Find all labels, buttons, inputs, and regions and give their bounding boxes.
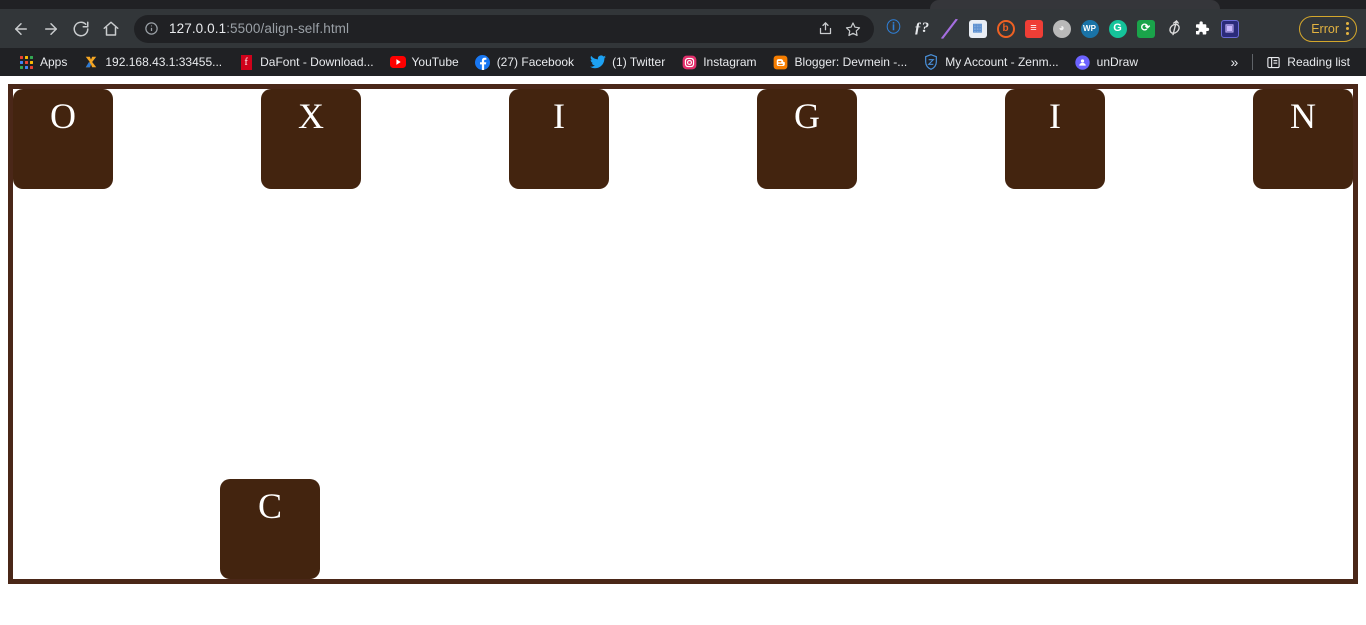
flex-item-box: G [757,89,857,189]
facebook-icon [475,54,491,70]
box-letter: N [1290,96,1316,136]
grey-disc-extension-icon[interactable]: ◕ [1048,15,1075,42]
instagram-icon [681,54,697,70]
box-letter: I [1049,96,1061,136]
bookmark-label: Apps [40,55,68,69]
bookmark-twitter[interactable]: (1) Twitter [582,51,673,73]
bookmark-facebook[interactable]: (27) Facebook [467,51,582,73]
flex-container: O X I G I N C [8,84,1358,584]
page-viewport: O X I G I N C [0,76,1366,625]
reading-list-button[interactable]: Reading list [1257,51,1358,73]
box-letter: G [794,96,820,136]
window-resizer-extension-icon[interactable]: ▦ [964,15,991,42]
bookmark-zenmate[interactable]: My Account - Zenm... [915,51,1066,73]
sync-extension-icon[interactable]: ⟳ [1132,15,1159,42]
browser-chrome: 127.0.0.1:5500/align-self.html ⓘ ƒ? ╱ ▦ … [0,0,1366,76]
apps-grid-icon [18,54,34,70]
flex-item-box-align-self-end: C [220,479,320,579]
bookmark-label: Instagram [703,55,757,69]
error-chip[interactable]: Error [1299,15,1357,42]
bitwarden-extension-icon[interactable]: ⓘ [880,15,907,42]
box-letter: O [50,96,76,136]
bookmarks-bar: Apps 192.168.43.1:33455... f DaFont - Do… [0,48,1366,76]
grammarly-extension-icon[interactable]: G [1104,15,1131,42]
home-icon[interactable] [96,14,126,44]
bookmark-label: 192.168.43.1:33455... [105,55,223,69]
box-letter: C [257,486,282,526]
bookmark-instagram[interactable]: Instagram [673,51,764,73]
browser-tab[interactable] [930,0,1220,9]
info-circle-icon[interactable] [144,21,160,37]
flex-item-box: N [1253,89,1353,189]
url-path: :5500/align-self.html [226,21,350,36]
color-picker-extension-icon[interactable]: ╱ [936,15,963,42]
bitly-extension-icon[interactable]: b [992,15,1019,42]
screen-recorder-extension-icon[interactable]: ▣ [1216,15,1243,42]
flex-item-box: X [261,89,361,189]
blogger-icon [773,54,789,70]
flex-item-box: O [13,89,113,189]
omnibox-actions [812,16,866,42]
dafont-icon: f [238,54,254,70]
flex-item-box: I [1005,89,1105,189]
address-bar[interactable]: 127.0.0.1:5500/align-self.html [134,14,874,43]
bookmark-label: YouTube [411,55,459,69]
bookmark-label: DaFont - Download... [260,55,374,69]
chevron-double-right-icon[interactable]: » [1221,54,1249,70]
fonts-ninja-extension-icon[interactable]: ƒ? [908,15,935,42]
reload-icon[interactable] [66,14,96,44]
puzzle-extensions-icon[interactable] [1188,15,1215,42]
similarweb-extension-icon[interactable]: ⦽ [1160,15,1187,42]
star-icon[interactable] [840,16,866,42]
bookmark-label: My Account - Zenm... [945,55,1059,69]
bookmark-undraw[interactable]: unDraw [1067,51,1146,73]
wordpress-extension-icon[interactable]: WP [1076,15,1103,42]
browser-toolbar: 127.0.0.1:5500/align-self.html ⓘ ƒ? ╱ ▦ … [0,9,1366,48]
bookmark-label: unDraw [1096,55,1138,69]
bookmark-dafont[interactable]: f DaFont - Download... [230,51,381,73]
box-letter: I [553,96,565,136]
bookmark-local-server[interactable]: 192.168.43.1:33455... [75,51,230,73]
extension-icons: ⓘ ƒ? ╱ ▦ b ≡ ◕ WP G ⟳ ⦽ ▣ [880,15,1295,42]
bookmark-label: (1) Twitter [612,55,666,69]
youtube-icon [389,54,406,70]
kebab-menu-icon[interactable] [1346,22,1349,35]
back-icon[interactable] [6,14,36,44]
flex-item-box: I [509,89,609,189]
twitter-icon [590,54,607,70]
error-chip-label: Error [1311,21,1339,36]
bookmark-blogger[interactable]: Blogger: Devmein -... [765,51,916,73]
zenmate-shield-icon [923,54,939,70]
url-host: 127.0.0.1 [169,21,227,36]
undraw-icon [1075,54,1091,70]
reading-list-icon [1265,54,1281,70]
stylebot-extension-icon[interactable]: ≡ [1020,15,1047,42]
bookmark-apps[interactable]: Apps [10,51,75,73]
url-text: 127.0.0.1:5500/align-self.html [169,21,812,36]
box-letter: X [298,96,324,136]
share-icon[interactable] [812,16,838,42]
bookmark-youtube[interactable]: YouTube [382,51,467,73]
bookmarks-divider [1252,54,1254,70]
bookmark-label: Blogger: Devmein -... [794,55,908,69]
reading-list-label: Reading list [1287,55,1350,69]
xampp-icon [83,54,99,70]
forward-icon[interactable] [36,14,66,44]
bookmark-label: (27) Facebook [496,55,575,69]
tab-strip [0,0,1366,9]
